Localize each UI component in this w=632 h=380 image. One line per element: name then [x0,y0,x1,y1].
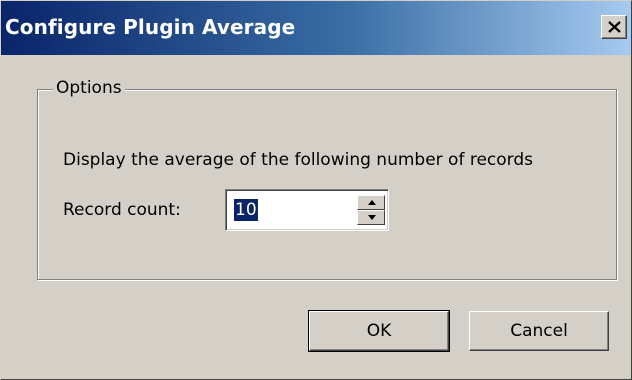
options-group-legend: Options [53,77,125,99]
record-count-input[interactable]: 10 [234,199,258,221]
dialog-client-area: Options Display the average of the follo… [1,55,631,379]
record-count-spinbox[interactable]: 10 [225,189,389,231]
title-bar[interactable]: Configure Plugin Average [1,1,631,55]
spin-up-arrow-icon [368,200,376,205]
cancel-button[interactable]: Cancel [469,311,609,351]
options-groupbox [37,89,617,280]
record-count-label: Record count: [63,200,181,220]
close-button[interactable] [601,15,627,39]
spin-up-button[interactable] [357,195,385,210]
dialog-window: Configure Plugin Average Options Display… [0,0,632,380]
close-icon [608,21,621,33]
spin-down-button[interactable] [357,210,385,225]
window-title: Configure Plugin Average [5,15,296,39]
description-label: Display the average of the following num… [63,150,533,170]
spin-buttons [357,195,385,225]
ok-button[interactable]: OK [308,310,450,352]
spin-down-arrow-icon [368,215,376,220]
